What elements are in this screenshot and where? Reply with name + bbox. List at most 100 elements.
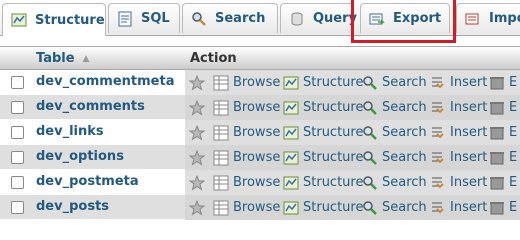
row-checkbox[interactable] bbox=[11, 201, 24, 214]
favorite-star-icon bbox=[188, 199, 206, 216]
table-name-link[interactable]: dev_postmeta bbox=[36, 174, 139, 189]
action-browse-link[interactable]: Browse bbox=[213, 120, 280, 145]
tab-label: SQL bbox=[141, 11, 170, 26]
favorite-button[interactable] bbox=[188, 195, 209, 220]
action-empty-link[interactable]: E bbox=[489, 145, 517, 170]
tab-query[interactable]: Query bbox=[280, 3, 357, 33]
sql-icon bbox=[117, 11, 133, 27]
action-structure-link[interactable]: Structure bbox=[283, 145, 363, 170]
structure-icon bbox=[283, 150, 299, 166]
action-label: Search bbox=[382, 150, 427, 165]
table-name-link[interactable]: dev_links bbox=[36, 124, 104, 139]
action-insert-link[interactable]: Insert bbox=[430, 95, 487, 120]
action-label: Browse bbox=[233, 175, 281, 190]
sort-asc-icon: ▲ bbox=[82, 53, 90, 64]
empty-icon bbox=[489, 200, 505, 216]
action-structure-link[interactable]: Structure bbox=[283, 170, 363, 195]
action-cell: Browse Structure Search Insert E bbox=[185, 120, 520, 145]
action-browse-link[interactable]: Browse bbox=[213, 195, 280, 220]
empty-icon bbox=[489, 125, 505, 141]
favorite-button[interactable] bbox=[188, 95, 209, 120]
action-search-link[interactable]: Search bbox=[362, 195, 427, 220]
action-label: Search bbox=[382, 75, 427, 90]
action-label: Insert bbox=[450, 200, 488, 215]
insert-icon bbox=[430, 75, 446, 91]
row-checkbox[interactable] bbox=[11, 151, 24, 164]
action-label: E bbox=[509, 175, 518, 190]
action-empty-link[interactable]: E bbox=[489, 195, 517, 220]
action-label: Browse bbox=[233, 150, 281, 165]
action-search-link[interactable]: Search bbox=[362, 170, 427, 195]
action-label: Browse bbox=[233, 125, 281, 140]
action-browse-link[interactable]: Browse bbox=[213, 145, 280, 170]
action-label: Insert bbox=[450, 125, 488, 140]
table-row: dev_commentmeta Browse Structure Search Ins… bbox=[0, 70, 520, 95]
action-search-link[interactable]: Search bbox=[362, 145, 427, 170]
action-cell: Browse Structure Search Insert E bbox=[185, 95, 520, 120]
action-label: Structure bbox=[303, 200, 364, 215]
favorite-button[interactable] bbox=[188, 170, 209, 195]
action-label: Structure bbox=[303, 175, 364, 190]
browse-icon bbox=[213, 175, 229, 191]
table-header: Table ▲ Action bbox=[0, 46, 520, 70]
tab-search[interactable]: Search bbox=[182, 3, 278, 33]
action-browse-link[interactable]: Browse bbox=[213, 70, 280, 95]
browse-icon bbox=[213, 200, 229, 216]
empty-icon bbox=[489, 150, 505, 166]
action-structure-link[interactable]: Structure bbox=[283, 195, 363, 220]
structure-icon bbox=[283, 100, 299, 116]
tab-structure[interactable]: Structure bbox=[2, 3, 106, 36]
tab-import[interactable]: Impo bbox=[456, 3, 520, 33]
table-name-link[interactable]: dev_posts bbox=[36, 199, 109, 214]
action-label: Browse bbox=[233, 200, 281, 215]
action-label: Browse bbox=[233, 75, 281, 90]
structure-icon bbox=[283, 175, 299, 191]
table-name-link[interactable]: dev_comments bbox=[36, 99, 145, 114]
action-label: Browse bbox=[233, 100, 281, 115]
action-insert-link[interactable]: Insert bbox=[430, 170, 487, 195]
action-empty-link[interactable]: E bbox=[489, 70, 517, 95]
action-search-link[interactable]: Search bbox=[362, 120, 427, 145]
search-icon bbox=[362, 150, 378, 166]
action-search-link[interactable]: Search bbox=[362, 95, 427, 120]
action-label: Search bbox=[382, 100, 427, 115]
favorite-star-icon bbox=[188, 74, 206, 91]
column-header-action: Action bbox=[190, 51, 237, 66]
row-checkbox[interactable] bbox=[11, 126, 24, 139]
favorite-button[interactable] bbox=[188, 145, 209, 170]
browse-icon bbox=[213, 150, 229, 166]
favorite-button[interactable] bbox=[188, 120, 209, 145]
action-insert-link[interactable]: Insert bbox=[430, 145, 487, 170]
insert-icon bbox=[430, 175, 446, 191]
table-name-link[interactable]: dev_options bbox=[36, 149, 124, 164]
favorite-star-icon bbox=[188, 174, 206, 191]
table-name-link[interactable]: dev_commentmeta bbox=[36, 74, 174, 89]
action-label: Insert bbox=[450, 75, 488, 90]
action-structure-link[interactable]: Structure bbox=[283, 95, 363, 120]
row-checkbox[interactable] bbox=[11, 176, 24, 189]
action-structure-link[interactable]: Structure bbox=[283, 70, 363, 95]
action-browse-link[interactable]: Browse bbox=[213, 95, 280, 120]
action-insert-link[interactable]: Insert bbox=[430, 70, 487, 95]
action-label: E bbox=[509, 125, 518, 140]
action-empty-link[interactable]: E bbox=[489, 170, 517, 195]
insert-icon bbox=[430, 200, 446, 216]
insert-icon bbox=[430, 100, 446, 116]
browse-icon bbox=[213, 75, 229, 91]
favorite-button[interactable] bbox=[188, 70, 209, 95]
column-header-table[interactable]: Table ▲ bbox=[36, 51, 89, 66]
action-structure-link[interactable]: Structure bbox=[283, 120, 363, 145]
table-row: dev_comments Browse Structure Search Insert… bbox=[0, 95, 520, 120]
action-empty-link[interactable]: E bbox=[489, 95, 517, 120]
action-insert-link[interactable]: Insert bbox=[430, 120, 487, 145]
action-label: Structure bbox=[303, 150, 364, 165]
row-checkbox[interactable] bbox=[11, 76, 24, 89]
browse-icon bbox=[213, 100, 229, 116]
tab-sql[interactable]: SQL bbox=[108, 3, 180, 33]
action-browse-link[interactable]: Browse bbox=[213, 170, 280, 195]
action-search-link[interactable]: Search bbox=[362, 70, 427, 95]
table-row: dev_postmeta Browse Structure Search Insert… bbox=[0, 170, 520, 195]
action-empty-link[interactable]: E bbox=[489, 120, 517, 145]
row-checkbox[interactable] bbox=[11, 101, 24, 114]
action-insert-link[interactable]: Insert bbox=[430, 195, 487, 220]
